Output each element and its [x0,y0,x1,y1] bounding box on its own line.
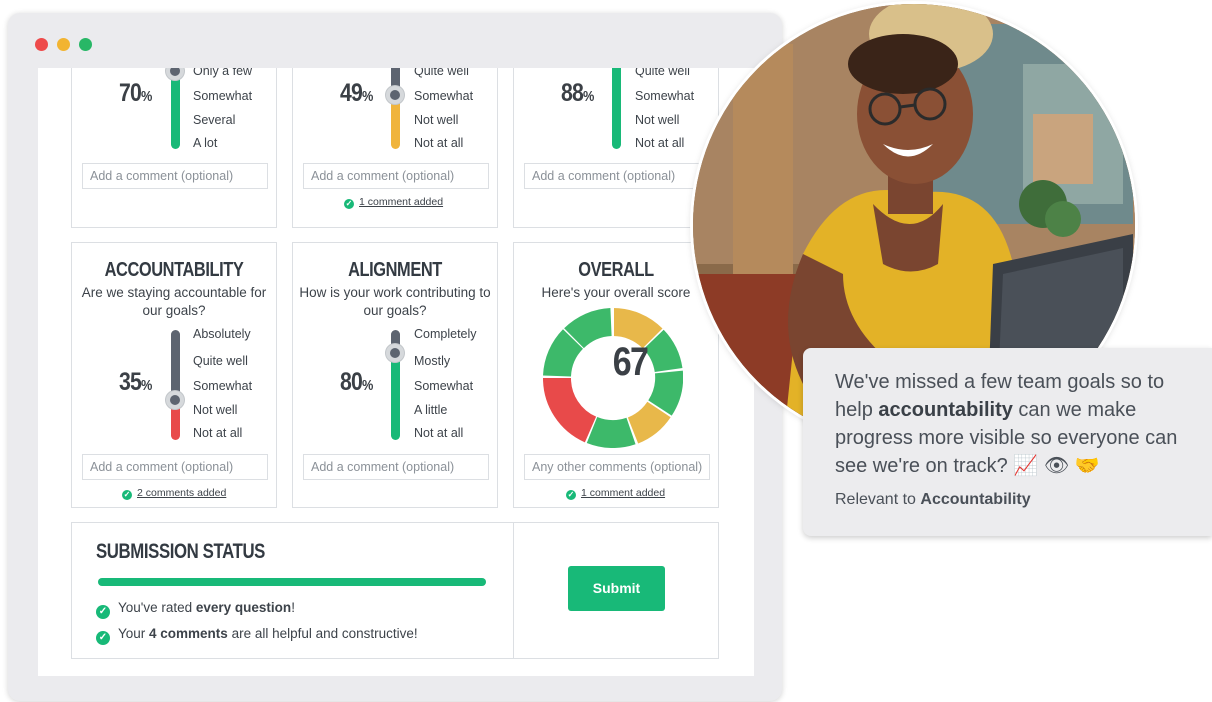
emoji-icons: 📈 👁 🤝 [1013,455,1100,477]
maximize-dot-icon[interactable] [79,38,92,51]
relevant-to-label: Relevant to Accountability [835,491,1031,508]
comments-added-note[interactable]: ✓ 1 comment added [344,196,443,209]
accountability-card: ACCOUNTABILITY Are we staying accountabl… [71,242,277,508]
rating-option[interactable]: Not at all [414,426,463,440]
top-card-2: 49% Quite well Somewhat Not well Not at … [292,68,498,228]
submission-title: SUBMISSION STATUS [96,540,265,563]
card-title: ACCOUNTABILITY [104,259,244,281]
comment-input[interactable]: Add a comment (optional) [303,454,489,480]
rating-option[interactable]: Absolutely [193,327,251,341]
rating-option[interactable]: Quite well [635,68,690,78]
rating-option[interactable]: Quite well [414,68,469,78]
comment-input[interactable]: Any other comments (optional) [524,454,710,480]
rating-option[interactable]: Somewhat [635,89,694,103]
rating-option[interactable]: Not at all [635,136,684,150]
rating-slider-track[interactable] [612,68,621,149]
rating-option[interactable]: Somewhat [193,379,252,393]
rating-option[interactable]: Completely [414,327,477,341]
comment-input[interactable]: Add a comment (optional) [82,163,268,189]
check-icon: ✓ [96,631,110,645]
feedback-text: We've missed a few team goals so to help… [835,371,1178,477]
rating-option[interactable]: Quite well [193,354,248,368]
card-percentage: 35% [119,368,152,396]
rating-option[interactable]: Several [193,113,235,127]
comment-input[interactable]: Add a comment (optional) [82,454,268,480]
status-line-rated: ✓ You've rated every question! [96,600,295,619]
rating-slider-track[interactable] [391,350,400,440]
comment-input[interactable]: Add a comment (optional) [524,163,710,189]
card-percentage: 49% [340,79,373,107]
rating-option[interactable]: Somewhat [414,89,473,103]
submit-button[interactable]: Submit [568,566,665,611]
submit-card: Submit [513,522,719,659]
rating-slider-knob[interactable] [386,344,404,362]
status-line-comments: ✓ Your 4 comments are all helpful and con… [96,626,418,645]
close-dot-icon[interactable] [35,38,48,51]
top-card-3: 88% Quite well Somewhat Not well Not at … [513,68,719,228]
check-icon: ✓ [566,490,576,500]
card-percentage: 88% [561,79,594,107]
feedback-bubble: We've missed a few team goals so to help… [803,348,1212,536]
rating-option[interactable]: Only a few [193,68,252,78]
rating-slider-knob[interactable] [386,86,404,104]
rating-option[interactable]: Not at all [193,426,242,440]
rating-option[interactable]: Somewhat [193,89,252,103]
overall-card: OVERALL Here's your overall score 67 Any… [513,242,719,508]
rating-slider-knob[interactable] [166,391,184,409]
card-question: How is your work contributing to our goa… [299,285,491,318]
rating-slider-knob[interactable] [166,68,184,80]
check-icon: ✓ [96,605,110,619]
check-icon: ✓ [122,490,132,500]
rating-option[interactable]: Not well [193,403,237,417]
card-title: OVERALL [578,259,654,281]
comment-input[interactable]: Add a comment (optional) [303,163,489,189]
submission-progress-bar [98,578,486,586]
overall-score: 67 [612,340,649,384]
top-card-1: 70% Only a few Somewhat Several A lot Ad… [71,68,277,228]
card-percentage: 80% [340,368,373,396]
rating-option[interactable]: Not well [635,113,679,127]
rating-option[interactable]: Not at all [414,136,463,150]
alignment-card: ALIGNMENT How is your work contributing … [292,242,498,508]
rating-slider-track[interactable] [171,68,180,149]
rating-option[interactable]: Mostly [414,354,450,368]
rating-option[interactable]: A little [414,403,447,417]
rating-option[interactable]: Not well [414,113,458,127]
survey-content: 70% Only a few Somewhat Several A lot Ad… [38,68,754,676]
submission-progress-fill [98,578,486,586]
rating-option[interactable]: Somewhat [414,379,473,393]
rating-option[interactable]: A lot [193,136,217,150]
comments-added-note[interactable]: ✓ 1 comment added [566,487,665,500]
card-title: ALIGNMENT [348,259,442,281]
card-question: Are we staying accountable for our goals… [81,285,267,318]
minimize-dot-icon[interactable] [57,38,70,51]
check-icon: ✓ [344,199,354,209]
card-subtitle: Here's your overall score [541,285,691,300]
card-percentage: 70% [119,79,152,107]
submission-status-card: SUBMISSION STATUS ✓ You've rated every qu… [71,522,514,659]
overall-score-donut: 67 [542,308,717,449]
comments-added-note[interactable]: ✓ 2 comments added [122,487,226,500]
